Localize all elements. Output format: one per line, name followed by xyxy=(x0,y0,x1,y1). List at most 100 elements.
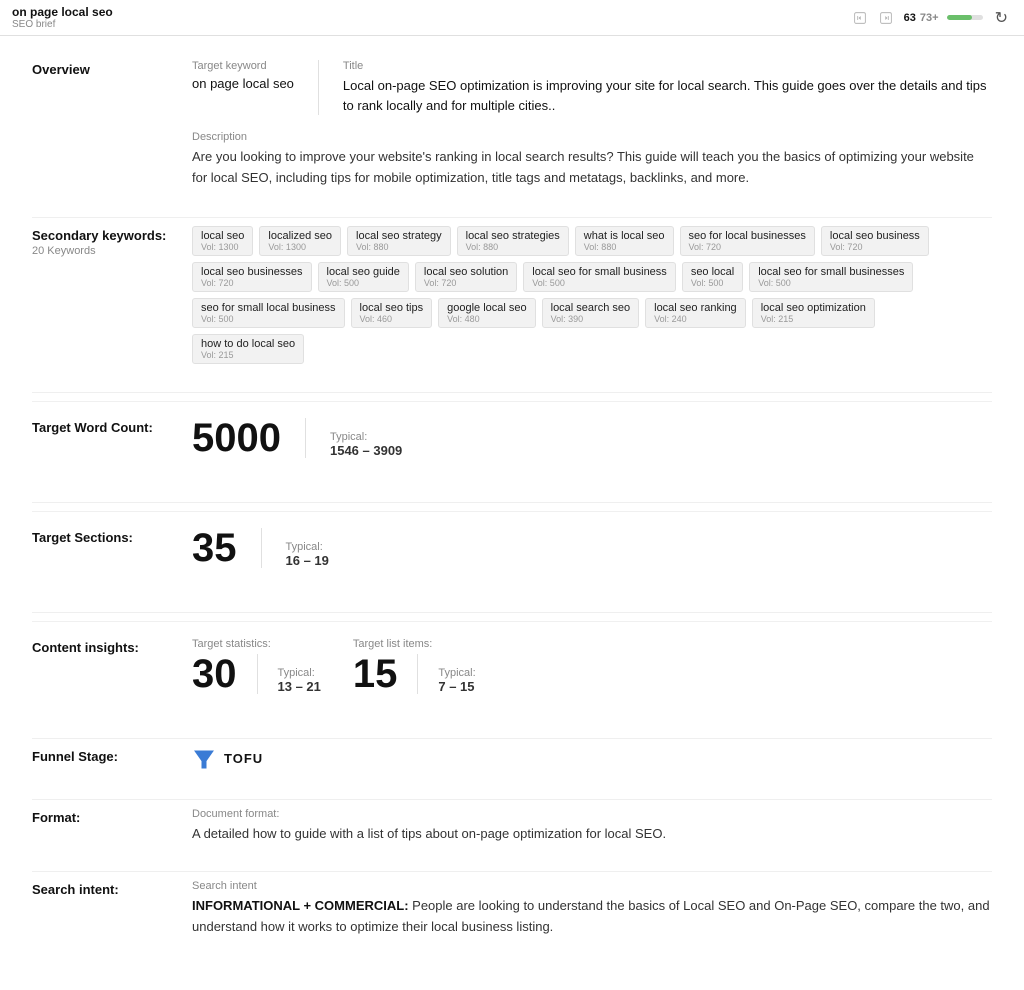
keyword-tag: what is local seoVol: 880 xyxy=(575,226,674,256)
nav-icons xyxy=(850,8,896,28)
target-keyword-value: on page local seo xyxy=(192,76,294,91)
keyword-name: local seo ranking xyxy=(654,302,737,314)
funnel-icon xyxy=(192,747,216,771)
funnel-label: Funnel Stage: xyxy=(32,747,192,764)
funnel-block: TOFU xyxy=(192,747,992,771)
overview-keyword-block: Target keyword on page local seo xyxy=(192,60,319,115)
keyword-name: local seo strategies xyxy=(466,230,560,242)
word-count-value: 5000 xyxy=(192,418,281,458)
keyword-name: local seo guide xyxy=(327,266,400,278)
overview-section: Overview Target keyword on page local se… xyxy=(32,60,992,189)
keyword-vol: Vol: 500 xyxy=(532,278,565,288)
list-typical-range: 7 – 15 xyxy=(438,679,475,694)
header-right: 63 73+ ↻ xyxy=(850,6,1012,30)
main-content: Overview Target keyword on page local se… xyxy=(0,36,1024,990)
keyword-tag: seo for local businessesVol: 720 xyxy=(680,226,815,256)
word-count-typical-range: 1546 – 3909 xyxy=(330,443,402,458)
search-intent-label: Search intent: xyxy=(32,880,192,897)
word-count-label: Target Word Count: xyxy=(32,418,192,435)
keyword-vol: Vol: 720 xyxy=(689,242,722,252)
keyword-vol: Vol: 240 xyxy=(654,314,687,324)
keyword-name: local seo solution xyxy=(424,266,508,278)
keyword-name: local seo for small business xyxy=(532,266,667,278)
keyword-name: local search seo xyxy=(551,302,631,314)
score-display: 63 73+ xyxy=(904,12,939,24)
keyword-name: local seo optimization xyxy=(761,302,866,314)
page-title: on page local seo xyxy=(12,5,113,19)
keyword-vol: Vol: 215 xyxy=(761,314,794,324)
search-intent-section: Search intent: Search intent INFORMATION… xyxy=(32,880,992,938)
stats-typical: Typical: 13 – 21 xyxy=(278,667,321,694)
keyword-vol: Vol: 880 xyxy=(466,242,499,252)
insights-row: Target statistics: 30 Typical: 13 – 21 T… xyxy=(192,638,992,694)
keyword-vol: Vol: 1300 xyxy=(201,242,239,252)
list-typical: Typical: 7 – 15 xyxy=(438,667,475,694)
keyword-tag: seo localVol: 500 xyxy=(682,262,743,292)
keyword-tag: local seo solutionVol: 720 xyxy=(415,262,517,292)
keyword-name: local seo for small businesses xyxy=(758,266,904,278)
keyword-tag: local seo rankingVol: 240 xyxy=(645,298,746,328)
keyword-vol: Vol: 720 xyxy=(424,278,457,288)
keyword-vol: Vol: 880 xyxy=(356,242,389,252)
keyword-vol: Vol: 390 xyxy=(551,314,584,324)
divider-1 xyxy=(32,217,992,218)
format-text-value: A detailed how to guide with a list of t… xyxy=(192,824,992,844)
sections-divider xyxy=(261,528,262,568)
search-intent-content: Search intent INFORMATIONAL + COMMERCIAL… xyxy=(192,880,992,938)
divider-3 xyxy=(32,502,992,503)
keyword-vol: Vol: 720 xyxy=(830,242,863,252)
keyword-tag: local seo businessVol: 720 xyxy=(821,226,929,256)
keyword-tag: local seo guideVol: 500 xyxy=(318,262,409,292)
keyword-name: seo local xyxy=(691,266,734,278)
keyword-name: local seo xyxy=(201,230,244,242)
keyword-tag: local search seoVol: 390 xyxy=(542,298,640,328)
stats-divider xyxy=(257,654,258,694)
keywords-grid: local seoVol: 1300localized seoVol: 1300… xyxy=(192,226,992,364)
funnel-stage-value: TOFU xyxy=(224,751,263,766)
page-subtitle: SEO brief xyxy=(12,19,113,30)
title-label: Title xyxy=(343,60,992,72)
target-keyword-label: Target keyword xyxy=(192,60,294,72)
sections-typical: Typical: 16 – 19 xyxy=(286,541,329,568)
sections-label: Target Sections: xyxy=(32,528,192,545)
keyword-vol: Vol: 500 xyxy=(691,278,724,288)
stats-typical-label: Typical: xyxy=(278,667,321,679)
divider-2 xyxy=(32,392,992,393)
divider-7 xyxy=(32,871,992,872)
keyword-vol: Vol: 460 xyxy=(360,314,393,324)
nav-back-button[interactable] xyxy=(850,8,870,28)
list-typical-label: Typical: xyxy=(438,667,475,679)
sections-typical-label: Typical: xyxy=(286,541,329,553)
score-plus: 73+ xyxy=(920,12,939,24)
keyword-tag: local seo strategyVol: 880 xyxy=(347,226,451,256)
title-value: Local on-page SEO optimization is improv… xyxy=(343,76,992,115)
description-block: Description Are you looking to improve y… xyxy=(192,131,992,189)
content-insights-section: Content insights: Target statistics: 30 … xyxy=(32,621,992,710)
stats-target-label: Target statistics: xyxy=(192,638,321,650)
format-content: Document format: A detailed how to guide… xyxy=(192,808,992,844)
sections-value: 35 xyxy=(192,528,237,568)
keyword-name: how to do local seo xyxy=(201,338,295,350)
overview-label: Overview xyxy=(32,60,192,77)
keyword-tag: how to do local seoVol: 215 xyxy=(192,334,304,364)
keyword-tag: local seo tipsVol: 460 xyxy=(351,298,433,328)
stats-typical-range: 13 – 21 xyxy=(278,679,321,694)
keyword-name: what is local seo xyxy=(584,230,665,242)
score-bar-fill xyxy=(947,15,972,20)
header-left: on page local seo SEO brief xyxy=(12,5,113,30)
keyword-vol: Vol: 1300 xyxy=(268,242,306,252)
list-value: 15 xyxy=(353,654,398,694)
refresh-button[interactable]: ↻ xyxy=(991,6,1012,30)
divider-4 xyxy=(32,612,992,613)
keyword-vol: Vol: 215 xyxy=(201,350,234,360)
overview-grid: Target keyword on page local seo Title L… xyxy=(192,60,992,115)
keyword-vol: Vol: 720 xyxy=(201,278,234,288)
divider-5 xyxy=(32,738,992,739)
list-target-label: Target list items: xyxy=(353,638,476,650)
keyword-name: local seo businesses xyxy=(201,266,303,278)
sections-metric-row: 35 Typical: 16 – 19 xyxy=(192,528,992,568)
insights-label: Content insights: xyxy=(32,638,192,655)
word-count-typical-label: Typical: xyxy=(330,431,402,443)
stats-block: Target statistics: 30 Typical: 13 – 21 xyxy=(192,638,321,694)
nav-forward-button[interactable] xyxy=(876,8,896,28)
